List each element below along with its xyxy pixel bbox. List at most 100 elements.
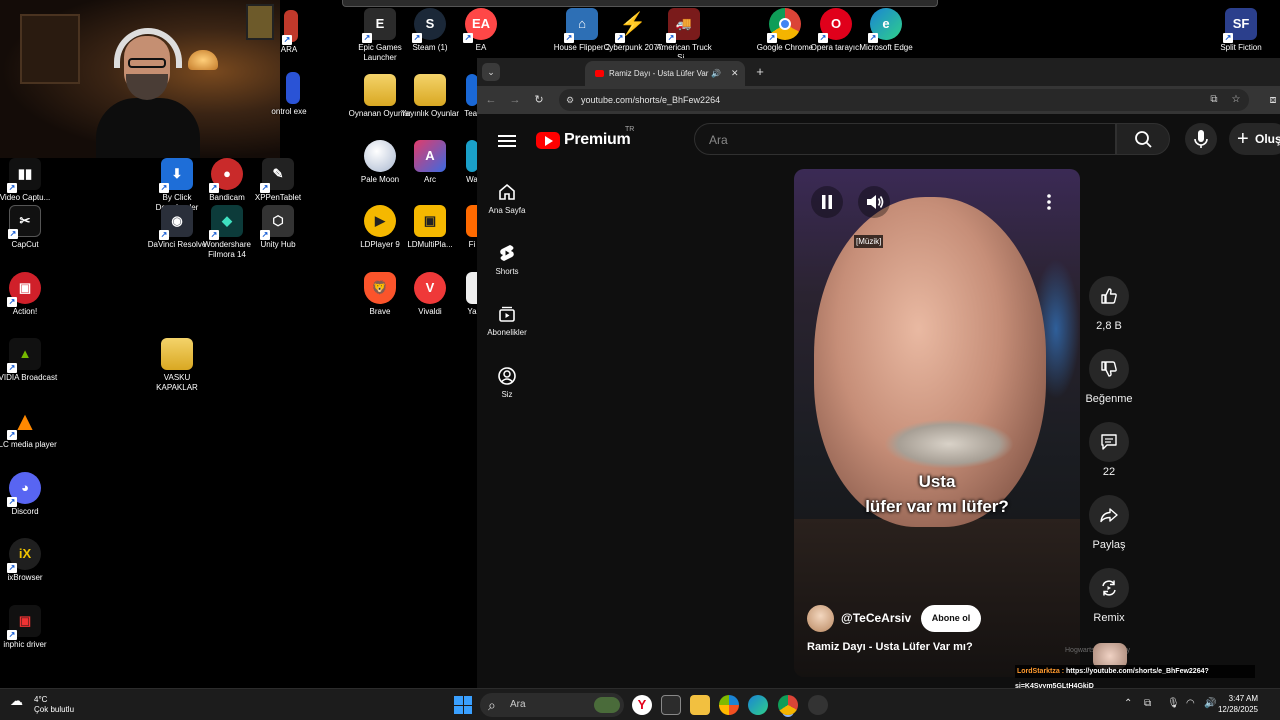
desktop-icon-inphic-driver[interactable]: ▣inphic driver (0, 605, 58, 650)
desktop-icon-fi[interactable]: Fi (442, 205, 482, 250)
share-label: Paylaş (1092, 539, 1126, 551)
sidebar-item-label: Siz (501, 390, 513, 399)
reload-button[interactable]: ↻ (531, 92, 547, 108)
tab-audio-icon[interactable]: 🔊 (711, 61, 721, 86)
edge-taskbar-icon[interactable] (748, 695, 768, 715)
subscribe-button[interactable]: Abone ol (921, 605, 981, 632)
desktop-icon-tear[interactable]: Tear (442, 74, 482, 119)
desktop-icon-american-truck[interactable]: 🚚American Truck Si... (651, 8, 717, 63)
dislike-button[interactable] (1089, 349, 1129, 389)
recorder-taskbar-icon[interactable] (808, 695, 828, 715)
short-video-player[interactable]: [Müzik] Usta lüfer var mı lüfer? @TeCeAr… (794, 169, 1080, 677)
desktop-icon-xppen[interactable]: ✎XPPenTablet (245, 158, 311, 203)
ldplayer-icon: ▶ (364, 205, 396, 237)
desktop-icon-control[interactable]: ontrol exe (256, 72, 322, 117)
search-button[interactable] (1116, 123, 1170, 155)
chrome-taskbar-icon[interactable] (778, 695, 798, 715)
subscriptions-icon (499, 306, 515, 322)
bandicam-icon: ● (209, 158, 243, 193)
desktop-icon-discord[interactable]: ◕Discord (0, 472, 58, 517)
temperature: 4°C (34, 695, 48, 704)
site-info-icon[interactable]: ⚙ (563, 93, 577, 107)
desktop-icon-ixbrowser[interactable]: iXixBrowser (0, 538, 58, 583)
dislike-action[interactable]: Beğenme (1081, 349, 1137, 405)
url-text: youtube.com/shorts/e_BhFew2264 (581, 95, 721, 105)
desktop-icon-ara[interactable]: ARA (256, 10, 322, 55)
remix-button[interactable] (1089, 568, 1129, 608)
desktop-icon-video-capture[interactable]: ▮▮Video Captu... (0, 158, 58, 203)
volume-button[interactable] (858, 186, 890, 218)
desktop-icon-nvidia-broadcast[interactable]: ▲NVIDIA Broadcast (0, 338, 58, 383)
desktop-icon-ya[interactable]: Ya (442, 272, 482, 317)
copilot-icon[interactable] (719, 695, 739, 715)
ea-icon: EA (463, 8, 497, 43)
search-highlight-icon[interactable] (594, 697, 620, 713)
subtitle-line-1: Usta (918, 472, 956, 491)
create-button[interactable]: Oluş (1229, 123, 1280, 155)
tray-overflow-icon[interactable]: ⌃ (1124, 698, 1132, 709)
desktop-icon-ea[interactable]: EAEA (448, 8, 514, 53)
comments-button[interactable] (1089, 422, 1129, 462)
desktop-icon-action[interactable]: ▣Action! (0, 272, 58, 317)
new-tab-button[interactable]: + (751, 63, 769, 81)
desktop-icon-vlc[interactable]: ▲VLC media player (0, 405, 58, 450)
microphone-tray-icon[interactable]: 🎙 (1167, 698, 1180, 709)
microsoft-store-icon[interactable] (661, 695, 681, 715)
capcut-icon: ✂ (8, 205, 41, 239)
windows-start-icon[interactable] (454, 696, 472, 714)
desktop-icon-unity-hub[interactable]: ⬡Unity Hub (245, 205, 311, 250)
desktop-icon-edge[interactable]: eMicrosoft Edge (853, 8, 919, 53)
forward-button[interactable]: → (507, 92, 523, 108)
browser-window: ⌄ Ramiz Dayı - Usta Lüfer Var 🔊 ✕ + ← → … (477, 58, 1280, 690)
install-app-icon[interactable]: ⧉ (1207, 93, 1221, 107)
create-label: Oluş (1255, 132, 1280, 146)
file-explorer-icon[interactable] (690, 695, 710, 715)
sidebar-item-subscriptions[interactable]: Abonelikler (477, 304, 537, 337)
nvidia-icon: ▲ (7, 338, 41, 373)
folder-icon (161, 338, 193, 370)
background-window (20, 14, 80, 84)
discord-icon: ◕ (7, 472, 41, 507)
desktop-icon-vasku-kapaklar[interactable]: VASKU KAPAKLAR (144, 338, 210, 393)
webcam-overlay (0, 0, 280, 158)
desktop-icon-wa[interactable]: Wa (442, 140, 482, 185)
yandex-taskbar-icon[interactable]: Y (632, 695, 652, 715)
weather-text: Çok bulutlu (34, 705, 75, 714)
short-title[interactable]: Ramiz Dayı - Usta Lüfer Var mı? (807, 641, 973, 653)
tab-search-button[interactable]: ⌄ (482, 63, 500, 81)
sidebar-item-shorts[interactable]: Shorts (477, 243, 537, 276)
back-button[interactable]: ← (483, 92, 499, 108)
search-input[interactable] (709, 130, 1089, 150)
remix-action[interactable]: Remix (1085, 568, 1133, 624)
desktop-icon-split-fiction[interactable]: SFSplit Fiction (1208, 8, 1274, 53)
share-action[interactable]: Paylaş (1085, 495, 1133, 551)
tray-app-icon[interactable]: ⧉ (1144, 698, 1151, 709)
yt-menu-icon[interactable] (496, 132, 518, 148)
unity-icon: ⬡ (260, 205, 294, 240)
like-action[interactable]: 2,8 B (1085, 276, 1133, 332)
channel-handle[interactable]: @TeCeArsiv (841, 611, 911, 625)
address-bar[interactable]: ⚙ youtube.com/shorts/e_BhFew2264 ⧉ ☆ (559, 89, 1249, 111)
sidebar-item-home[interactable]: Ana Sayfa (477, 182, 537, 215)
desktop-icon-capcut[interactable]: ✂CapCut (0, 205, 58, 250)
system-clock[interactable]: 3:47 AM 12/28/2025 (1192, 693, 1258, 715)
share-button[interactable] (1089, 495, 1129, 535)
streamer-beard (126, 74, 168, 100)
edge-icon: e (868, 8, 902, 43)
bookmark-star-icon[interactable]: ☆ (1229, 93, 1243, 107)
tab-close-icon[interactable]: ✕ (731, 61, 739, 86)
voice-search-button[interactable] (1185, 123, 1217, 155)
like-button[interactable] (1089, 276, 1129, 316)
channel-avatar[interactable] (807, 605, 834, 632)
sidebar-item-you[interactable]: Siz (477, 366, 537, 399)
opera-icon: O (818, 8, 852, 43)
video-subtitle: Usta lüfer var mı lüfer? (794, 469, 1080, 519)
pause-button[interactable] (811, 186, 843, 218)
stream-chat-overlay: HogwartsMaster : Ey LordStarktza : https… (1015, 643, 1280, 690)
comments-count: 22 (1102, 466, 1116, 478)
more-options-button[interactable] (1033, 186, 1065, 218)
more-vert-icon (1047, 194, 1051, 210)
tab-active[interactable]: Ramiz Dayı - Usta Lüfer Var 🔊 ✕ (585, 61, 745, 86)
extensions-icon[interactable]: ⧈ (1265, 92, 1280, 108)
comments-action[interactable]: 22 (1085, 422, 1133, 478)
